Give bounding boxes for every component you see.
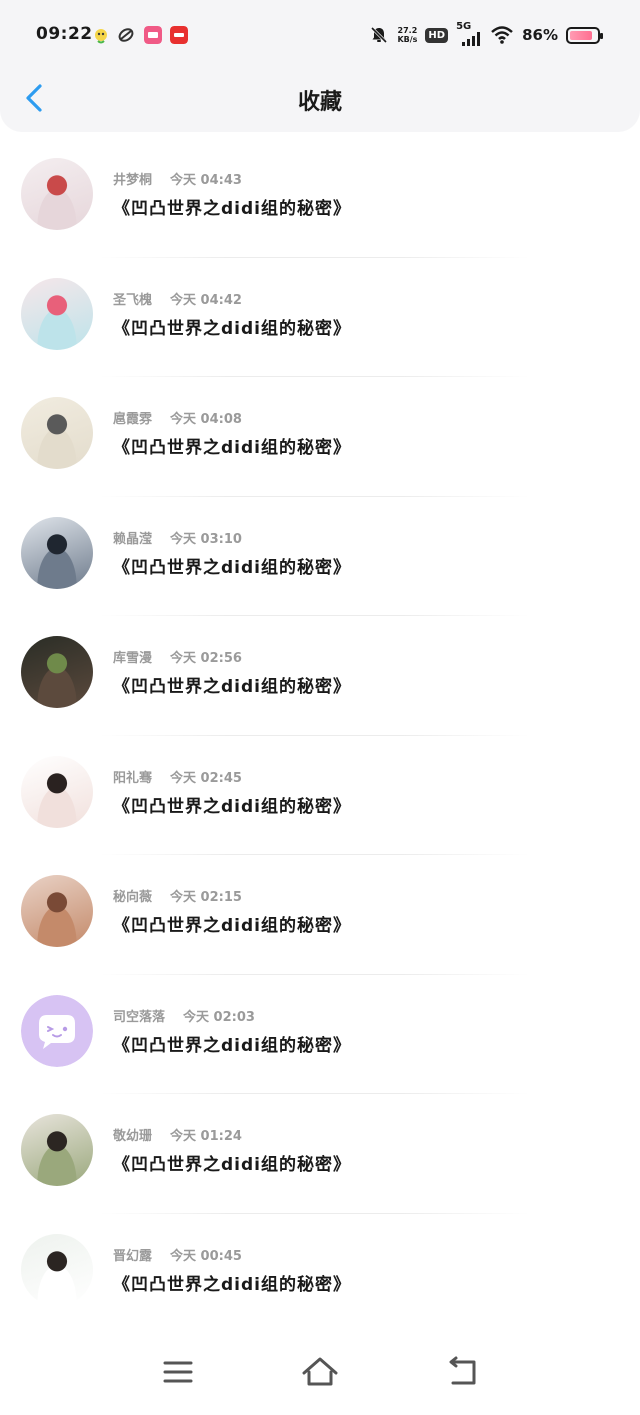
item-meta: 秘向薇 今天 02:15 [113,886,242,905]
avatar[interactable] [21,875,93,947]
list-item[interactable]: 圣飞槐 今天 04:42 《凹凸世界之didi组的秘密》 [0,258,640,377]
author-name: 秘向薇 [113,890,153,905]
avatar[interactable] [21,1233,93,1306]
item-time: 今天 04:42 [170,292,242,308]
item-title[interactable]: 《凹凸世界之didi组的秘密》 [113,1031,351,1056]
network-speed-value: 27.2 [397,26,418,35]
menu-icon[interactable] [156,1350,200,1394]
item-meta: 扈霞雰 今天 04:08 [113,408,242,427]
item-time: 今天 02:56 [170,651,242,666]
network-speed-unit: KB/s [397,35,418,44]
item-meta: 敬幼珊 今天 01:24 [113,1125,242,1144]
item-time: 今天 04:08 [170,412,242,427]
item-title[interactable]: 《凹凸世界之didi组的秘密》 [113,1150,351,1175]
avatar[interactable] [21,158,93,230]
avatar[interactable] [21,994,93,1067]
page-title: 收藏 [297,90,342,115]
item-time: 今天 00:45 [170,1248,242,1264]
header: 收藏 [0,70,640,132]
status-bar: 09:22 27.2 KB/s HD 5G 86% [0,0,640,70]
hd-badge: HD [425,27,449,43]
item-time: 今天 02:45 [170,770,242,786]
item-title[interactable]: 《凹凸世界之didi组的秘密》 [113,911,351,936]
item-title[interactable]: 《凹凸世界之didi组的秘密》 [113,1270,351,1295]
list-item[interactable]: 司空落落 今天 02:03 《凹凸世界之didi组的秘密》 [0,975,640,1094]
avatar[interactable] [21,636,93,708]
item-title[interactable]: 《凹凸世界之didi组的秘密》 [113,314,351,339]
item-title[interactable]: 《凹凸世界之didi组的秘密》 [113,433,351,458]
author-name: 圣飞槐 [113,292,153,308]
list-item[interactable]: 扈霞雰 今天 04:08 《凹凸世界之didi组的秘密》 [0,377,640,497]
item-time: 今天 02:15 [170,890,242,905]
list-item[interactable]: 敬幼珊 今天 01:24 《凹凸世界之didi组的秘密》 [0,1094,640,1214]
app-root: 09:22 27.2 KB/s HD 5G 86% 收藏 井梦桐 今天 04:4… [0,0,640,1415]
list-item[interactable]: 赖晶滢 今天 03:10 《凹凸世界之didi组的秘密》 [0,497,640,616]
author-name: 扈霞雰 [113,412,153,427]
item-title[interactable]: 《凹凸世界之didi组的秘密》 [113,672,351,697]
app-icon-2 [118,28,134,42]
back-return-icon[interactable] [440,1350,484,1394]
app-icon-4 [170,26,188,44]
author-name: 敬幼珊 [113,1129,153,1144]
list-item[interactable]: 秘向薇 今天 02:15 《凹凸世界之didi组的秘密》 [0,855,640,975]
item-meta: 晋幻露 今天 00:45 [113,1245,242,1264]
navigation-bar [0,1330,640,1415]
avatar[interactable] [21,755,93,828]
chat-bubble-icon [21,994,93,1067]
avatar[interactable] [21,516,93,589]
item-meta: 司空落落 今天 02:03 [113,1006,255,1025]
app-icon-1 [95,29,107,44]
author-name: 库雪漫 [113,651,153,666]
list-item[interactable]: 库雪漫 今天 02:56 《凹凸世界之didi组的秘密》 [0,616,640,736]
battery-fill [570,30,593,40]
author-name: 赖晶滢 [113,531,153,547]
battery-icon [566,26,603,44]
item-time: 今天 03:10 [170,531,242,547]
author-name: 井梦桐 [113,173,153,188]
avatar[interactable] [21,1114,93,1186]
favorites-list: 井梦桐 今天 04:43 《凹凸世界之didi组的秘密》 圣飞槐 今天 04:42 《凹凸… [0,138,640,1333]
avatar[interactable] [21,397,93,469]
item-title[interactable]: 《凹凸世界之didi组的秘密》 [113,553,351,578]
list-item[interactable]: 阳礼骞 今天 02:45 《凹凸世界之didi组的秘密》 [0,736,640,855]
item-meta: 井梦桐 今天 04:43 [113,169,242,188]
app-icon-3 [144,26,162,44]
network-speed: 27.2 KB/s [397,26,417,44]
wifi-icon [491,26,513,44]
item-time: 今天 01:24 [170,1129,242,1144]
item-title[interactable]: 《凹凸世界之didi组的秘密》 [113,792,351,817]
item-meta: 圣飞槐 今天 04:42 [113,289,242,308]
battery-percent: 86% [522,26,558,44]
home-icon[interactable] [298,1350,342,1394]
author-name: 司空落落 [113,1009,166,1025]
author-name: 阳礼骞 [113,770,153,786]
author-name: 晋幻露 [113,1248,153,1264]
item-time: 今天 02:03 [183,1009,255,1025]
item-meta: 库雪漫 今天 02:56 [113,647,242,666]
signal-group: 5G [456,21,482,46]
signal-icon [462,32,481,46]
item-time: 今天 04:43 [170,173,242,188]
item-meta: 赖晶滢 今天 03:10 [113,528,242,547]
status-time: 09:22 [36,24,93,44]
avatar[interactable] [21,277,93,350]
item-title[interactable]: 《凹凸世界之didi组的秘密》 [113,194,351,219]
item-meta: 阳礼骞 今天 02:45 [113,767,242,786]
mute-bell-icon [371,26,388,44]
list-item[interactable]: 井梦桐 今天 04:43 《凹凸世界之didi组的秘密》 [0,138,640,258]
network-type: 5G [456,21,472,32]
status-icons: 27.2 KB/s HD 5G 86% [369,21,603,48]
list-item[interactable]: 晋幻露 今天 00:45 《凹凸世界之didi组的秘密》 [0,1214,640,1333]
